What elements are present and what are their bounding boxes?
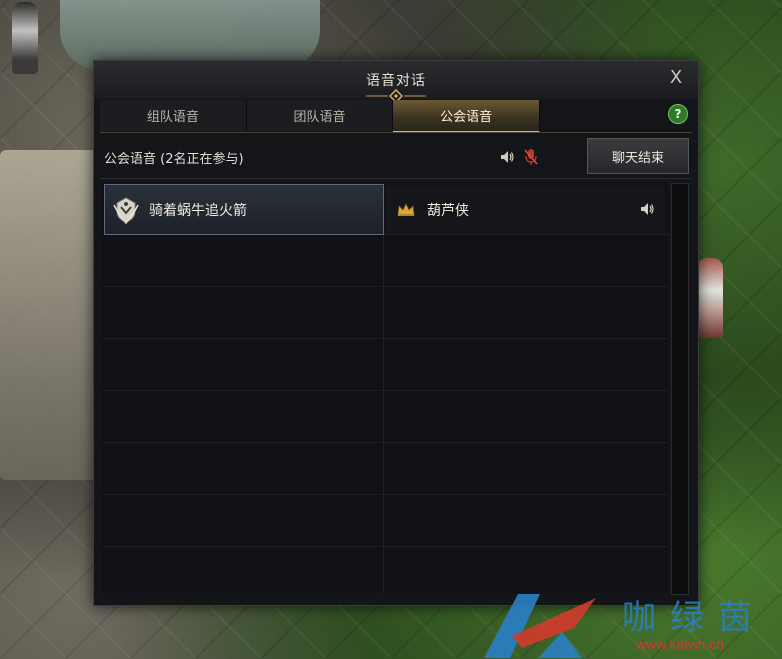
member-cell-selected[interactable]: 骑着蜗牛追火箭 <box>104 184 384 235</box>
grid-column-line <box>383 183 384 593</box>
voice-tabs: 组队语音 团队语音 公会语音 <box>100 100 541 133</box>
member-grid: 骑着蜗牛追火箭 葫芦侠 <box>102 183 668 593</box>
tab-guild-voice[interactable]: 公会语音 <box>393 100 541 133</box>
grid-row-line <box>102 286 668 287</box>
speaker-icon[interactable] <box>499 149 515 165</box>
end-chat-button[interactable]: 聊天结束 <box>587 138 689 174</box>
channel-status: 公会语音 (2名正在参与) <box>104 145 244 169</box>
mic-muted-icon[interactable] <box>524 148 538 166</box>
crown-icon <box>397 202 415 216</box>
grid-row-line <box>102 338 668 339</box>
close-button[interactable]: X <box>666 68 686 88</box>
tab-underline <box>100 132 692 133</box>
speaker-active-icon <box>641 203 654 215</box>
member-cell[interactable]: 葫芦侠 <box>385 185 665 234</box>
tab-party-voice[interactable]: 组队语音 <box>100 100 247 131</box>
help-button[interactable]: ? <box>668 104 688 124</box>
guild-emblem-icon <box>113 196 139 224</box>
dialog-title: 语音对话 <box>366 73 426 89</box>
header-divider <box>100 178 692 179</box>
grid-row-line <box>102 494 668 495</box>
watermark-url: www.kalvin.cn <box>636 636 724 652</box>
tab-raid-voice[interactable]: 团队语音 <box>246 100 394 131</box>
grid-row-line <box>102 390 668 391</box>
channel-status-text: 公会语音 (2名正在参与) <box>104 151 244 167</box>
member-list-scrollbar[interactable] <box>671 183 689 595</box>
grid-row-line <box>102 442 668 443</box>
member-name: 骑着蜗牛追火箭 <box>149 202 247 219</box>
member-name: 葫芦侠 <box>427 202 469 219</box>
background-statue-base <box>0 150 100 480</box>
watermark-brand-text: 咖绿茵 <box>622 598 766 638</box>
background-character-left <box>12 2 38 74</box>
watermark-logo-icon <box>484 594 596 658</box>
grid-row-line <box>102 546 668 547</box>
background-character-right <box>697 258 723 338</box>
voice-chat-dialog: 语音对话 X 组队语音 团队语音 公会语音 ? 公会语音 (2名正在参与) 聊天… <box>93 60 699 606</box>
